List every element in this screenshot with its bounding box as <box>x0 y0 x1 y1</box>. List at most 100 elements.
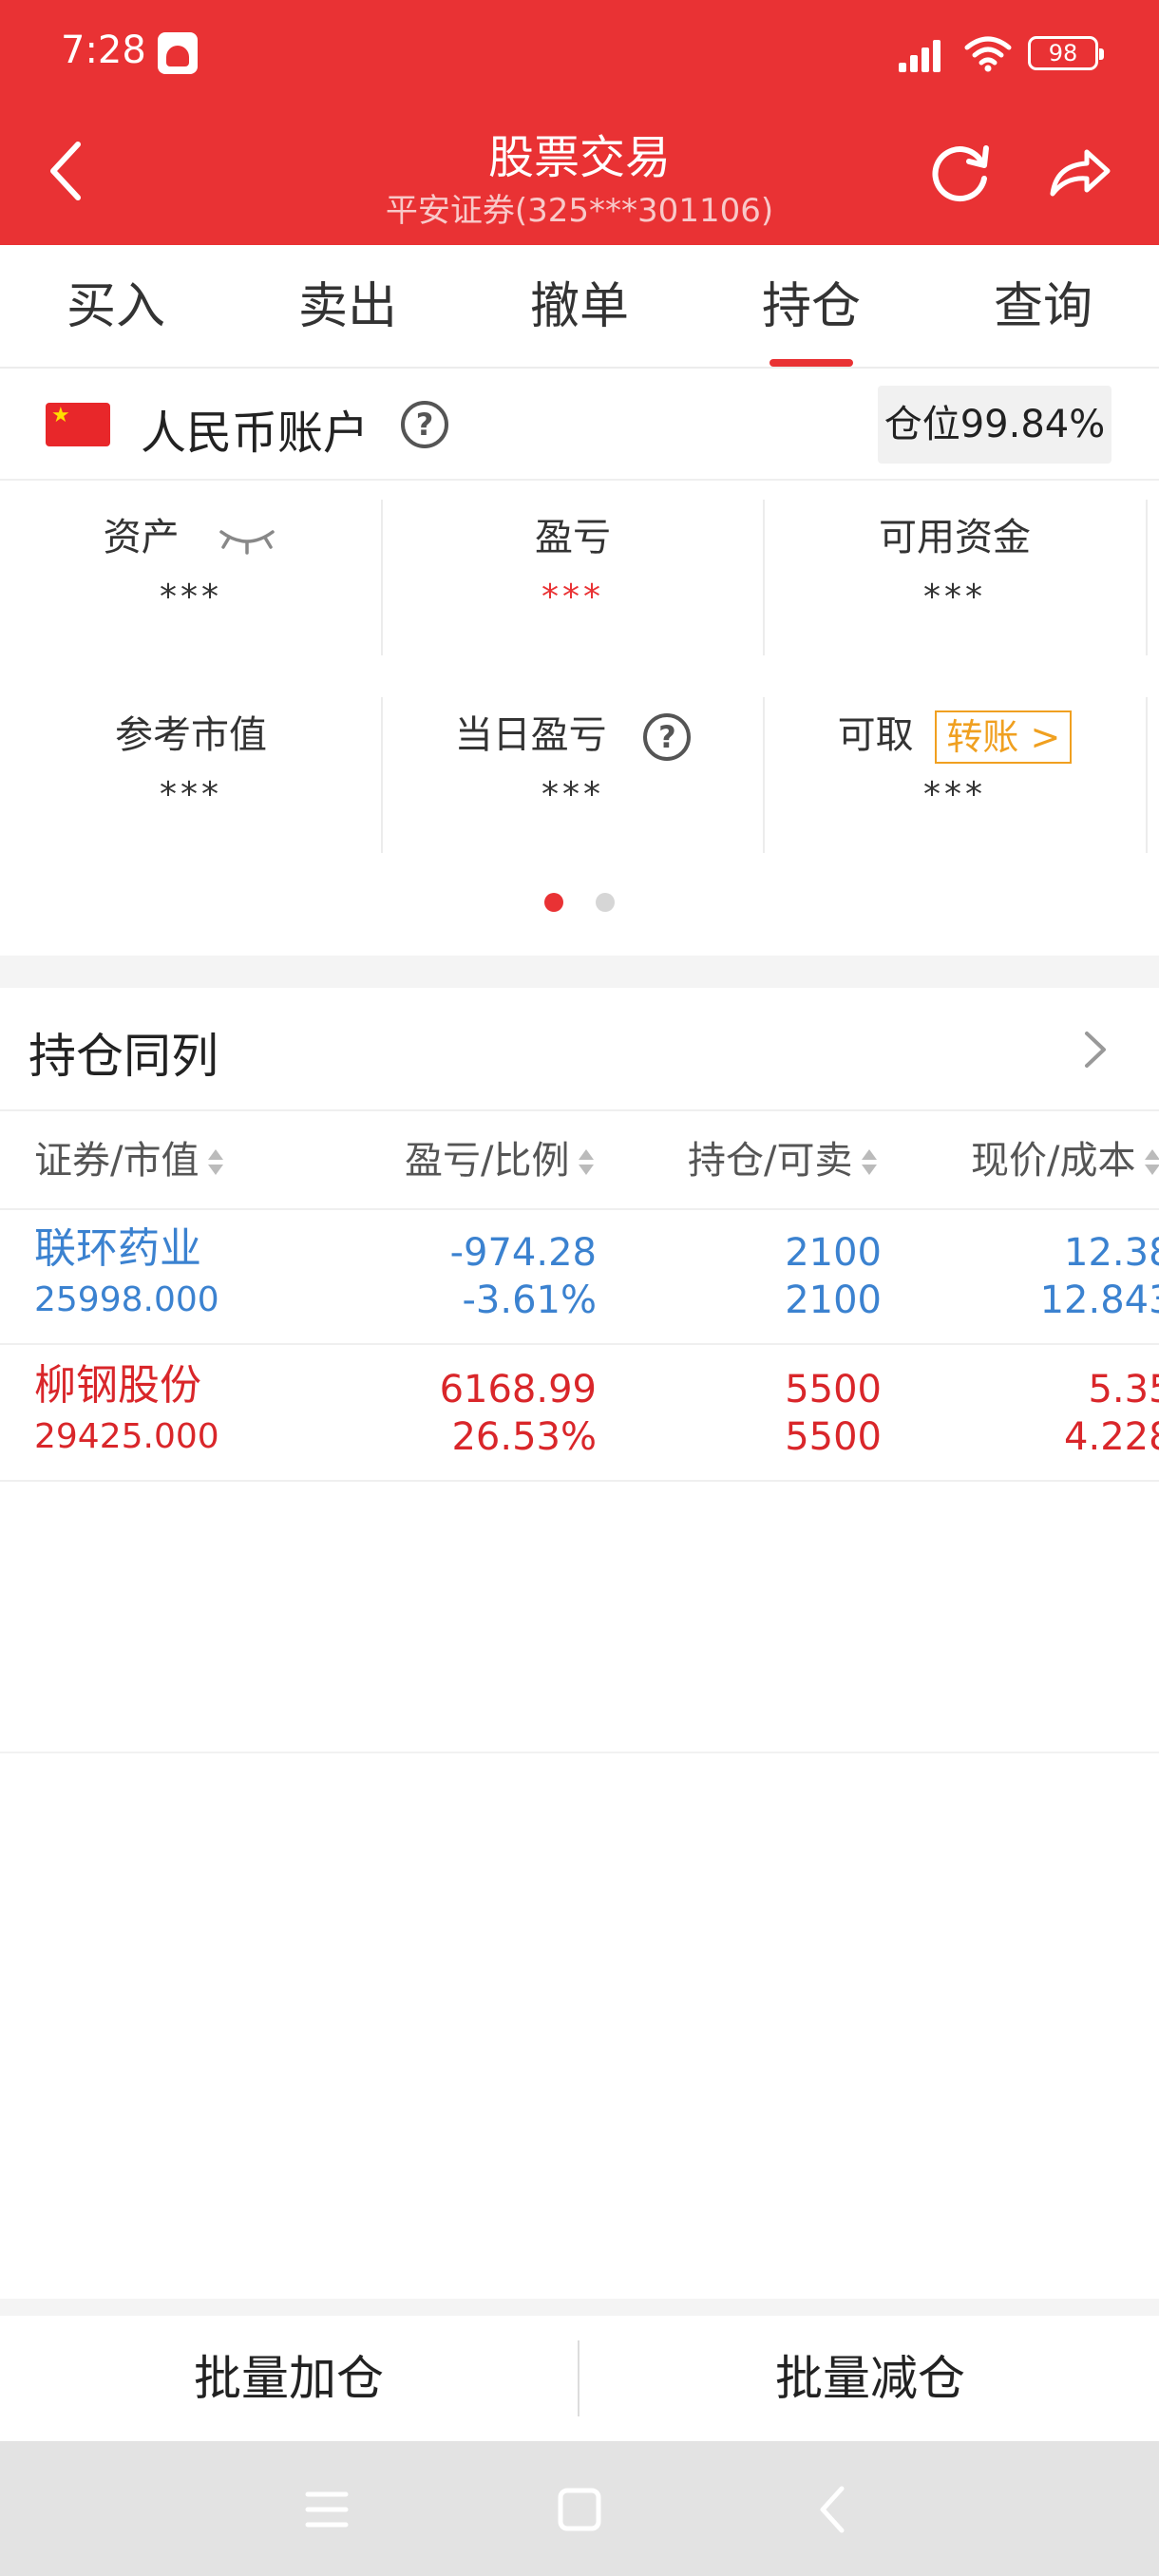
bottom-action-bar: 批量加仓 批量减仓 <box>0 2316 1159 2441</box>
stat-assets-value: *** <box>160 578 222 616</box>
sellable-qty: 5500 <box>785 1415 882 1459</box>
stat-profit-loss: 盈亏 *** <box>382 483 764 640</box>
stat-market-value: 参考市值 *** <box>0 680 382 838</box>
status-indicators: 98 <box>897 34 1104 72</box>
wifi-icon <box>964 36 1012 72</box>
page-dot[interactable] <box>595 893 615 912</box>
stat-assets-label-wrap: 资产 <box>104 511 279 564</box>
divider <box>1146 500 1148 655</box>
divider <box>763 500 765 655</box>
profit-loss-cell: -974.28 -3.61% <box>361 1229 597 1324</box>
system-nav-bar <box>0 2441 1159 2576</box>
table-row[interactable]: 柳钢股份 29425.000 6168.99 26.53% 5500 5500 … <box>0 1347 1159 1482</box>
cost-price: 12.8439 <box>1039 1279 1159 1322</box>
stat-daily-profit-loss-value: *** <box>542 775 604 814</box>
security-name: 柳钢股份 <box>34 1361 201 1410</box>
chevron-right-icon[interactable] <box>1072 1026 1119 1073</box>
column-position[interactable]: 持仓/可卖 <box>688 1111 879 1210</box>
daily-help-icon[interactable]: ? <box>643 713 692 761</box>
page-indicator <box>0 893 1159 916</box>
divider <box>381 500 383 655</box>
help-icon[interactable]: ? <box>401 401 448 448</box>
home-icon[interactable] <box>549 2479 610 2540</box>
position-cell: 2100 2100 <box>684 1229 882 1324</box>
app-notification-icon <box>158 32 198 74</box>
battery-icon: 98 <box>1028 36 1104 70</box>
security-name: 联环药业 <box>34 1224 201 1273</box>
security-market-value: 29425.000 <box>34 1417 219 1456</box>
stat-assets: 资产 *** <box>0 483 382 640</box>
security-market-value: 25998.000 <box>34 1280 219 1319</box>
stat-withdrawable: 可取 转账 > *** <box>764 680 1146 838</box>
sort-icon <box>206 1146 225 1180</box>
profit-loss-ratio: -3.61% <box>462 1279 597 1322</box>
stat-market-value-label: 参考市值 <box>115 713 267 757</box>
column-price-cost-label: 现价/成本 <box>971 1139 1136 1183</box>
section-gap <box>0 956 1159 988</box>
transfer-button[interactable]: 转账 > <box>935 710 1073 764</box>
sort-icon <box>577 1146 596 1180</box>
stat-daily-label-wrap: 当日盈亏 ? <box>455 709 692 762</box>
sellable-qty: 2100 <box>785 1279 882 1322</box>
stat-available-funds: 可用资金 *** <box>764 483 1146 640</box>
stat-available-funds-label: 可用资金 <box>879 516 1031 559</box>
tab-sell[interactable]: 卖出 <box>232 245 464 367</box>
column-security-label: 证券/市值 <box>34 1139 200 1183</box>
column-price-cost[interactable]: 现价/成本 <box>971 1111 1159 1210</box>
divider <box>1146 697 1148 853</box>
stat-withdrawable-label: 可取 <box>837 713 914 757</box>
tab-buy[interactable]: 买入 <box>0 245 232 367</box>
back-nav-icon[interactable] <box>804 2479 864 2540</box>
holdings-header[interactable]: 持仓同列 <box>0 988 1159 1111</box>
stat-profit-loss-label: 盈亏 <box>535 516 611 559</box>
divider <box>381 697 383 853</box>
china-flag-icon <box>46 403 110 446</box>
table-row[interactable]: 联环药业 25998.000 -974.28 -3.61% 2100 2100 … <box>0 1210 1159 1345</box>
share-icon[interactable] <box>1045 137 1113 205</box>
sort-icon <box>860 1146 879 1180</box>
stat-market-value-value: *** <box>160 775 222 814</box>
column-profit-loss[interactable]: 盈亏/比例 <box>405 1111 596 1210</box>
signal-icon <box>897 34 948 72</box>
price-cell: 5.350 4.2284 <box>912 1366 1159 1461</box>
current-price: 5.350 <box>1088 1368 1159 1411</box>
account-row: 人民币账户 ? 仓位99.84% <box>0 370 1159 481</box>
sort-icon <box>1143 1146 1159 1180</box>
price-cell: 12.380 12.8439 <box>912 1229 1159 1324</box>
position-qty: 2100 <box>785 1231 882 1275</box>
page-dot-active[interactable] <box>544 893 564 912</box>
profit-loss-amount: 6168.99 <box>439 1368 597 1411</box>
column-security[interactable]: 证券/市值 <box>34 1111 225 1210</box>
column-position-label: 持仓/可卖 <box>688 1139 853 1183</box>
column-profit-loss-label: 盈亏/比例 <box>405 1139 570 1183</box>
stat-available-funds-value: *** <box>923 578 986 616</box>
stat-withdrawable-label-wrap: 可取 转账 > <box>837 709 1073 764</box>
refresh-icon[interactable] <box>927 137 996 205</box>
account-name: 人民币账户 <box>141 407 370 460</box>
stat-withdrawable-value: *** <box>923 775 986 814</box>
position-cell: 5500 5500 <box>684 1366 882 1461</box>
security-cell: 联环药业 25998.000 <box>34 1225 219 1324</box>
hide-eye-icon[interactable] <box>216 521 278 559</box>
divider <box>763 697 765 853</box>
trade-tabs: 买入 卖出 撤单 持仓 查询 <box>0 245 1159 369</box>
divider <box>0 1752 1159 1753</box>
status-bar: 7:28 98 <box>0 0 1159 114</box>
batch-add-button[interactable]: 批量加仓 <box>0 2316 578 2441</box>
holdings-title: 持仓同列 <box>28 1029 218 1084</box>
status-time: 7:28 <box>61 28 146 72</box>
tab-holdings[interactable]: 持仓 <box>695 245 927 367</box>
divider <box>578 2340 580 2416</box>
profit-loss-ratio: 26.53% <box>451 1415 597 1459</box>
batch-reduce-button[interactable]: 批量减仓 <box>581 2316 1159 2441</box>
tab-query[interactable]: 查询 <box>927 245 1159 367</box>
stat-profit-loss-value: *** <box>542 578 604 616</box>
tab-cancel-order[interactable]: 撤单 <box>464 245 695 367</box>
menu-icon[interactable] <box>296 2479 357 2540</box>
stat-daily-profit-loss: 当日盈亏 ? *** <box>382 680 764 838</box>
security-cell: 柳钢股份 29425.000 <box>34 1362 219 1461</box>
current-price: 12.380 <box>1064 1231 1159 1275</box>
profit-loss-cell: 6168.99 26.53% <box>361 1366 597 1461</box>
profit-loss-amount: -974.28 <box>449 1231 597 1275</box>
position-qty: 5500 <box>785 1368 882 1411</box>
